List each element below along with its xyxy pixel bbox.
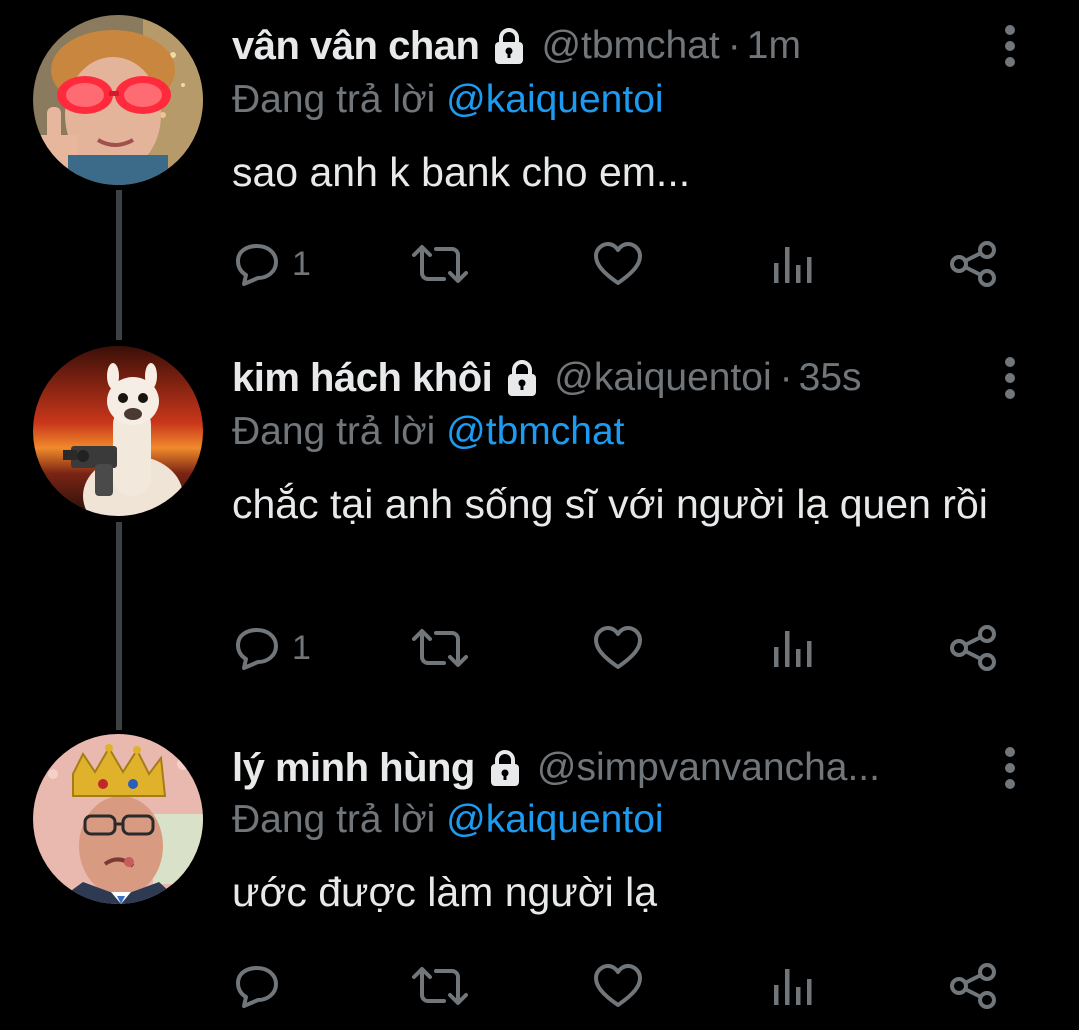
- reply-button[interactable]: 1: [232, 236, 311, 292]
- share-button[interactable]: [948, 620, 998, 676]
- retweet-button[interactable]: [410, 236, 470, 292]
- retweet-button[interactable]: [410, 958, 470, 1014]
- reply-button[interactable]: 1: [232, 620, 311, 676]
- reply-count: 1: [292, 244, 311, 283]
- tweet-text: chắc tại anh sống sĩ với người lạ quen r…: [232, 481, 988, 527]
- tweet-text: sao anh k bank cho em...: [232, 149, 691, 195]
- lock-icon: [495, 28, 524, 64]
- reply-button[interactable]: [232, 958, 292, 1014]
- mention-link[interactable]: @kaiquentoi: [446, 798, 663, 841]
- like-button[interactable]: [592, 958, 644, 1014]
- more-vertical-icon[interactable]: [1000, 744, 1020, 792]
- timestamp[interactable]: 1m: [747, 24, 801, 68]
- tweet-text: ước được làm người lạ: [232, 869, 658, 915]
- retweet-icon: [412, 245, 468, 283]
- views-button[interactable]: [772, 958, 816, 1014]
- timestamp[interactable]: 35s: [799, 356, 862, 400]
- avatar-man-crown: [33, 734, 203, 904]
- tweet[interactable]: kim hách khôi @kaiquentoi · 35s Đang trả…: [0, 330, 1079, 730]
- meta-separator: ·: [779, 356, 793, 399]
- author-name[interactable]: kim hách khôi: [232, 356, 493, 401]
- retweet-button[interactable]: [410, 620, 470, 676]
- share-icon: [950, 241, 996, 287]
- views-bar-chart-icon: [774, 247, 812, 283]
- author-handle[interactable]: @kaiquentoi: [554, 356, 771, 400]
- replying-to-label: Đang trả lời: [232, 410, 436, 453]
- reply-bubble-icon: [236, 244, 278, 286]
- tweet-actions: 1: [232, 236, 1012, 292]
- avatar[interactable]: [33, 15, 203, 185]
- views-bar-chart-icon: [774, 969, 812, 1005]
- avatar[interactable]: [33, 346, 203, 516]
- views-button[interactable]: [772, 236, 816, 292]
- like-button[interactable]: [592, 236, 644, 292]
- tweet[interactable]: lý minh hùng @simpvanvancha... Đang trả …: [0, 730, 1079, 1030]
- views-button[interactable]: [772, 620, 816, 676]
- share-icon: [950, 963, 996, 1009]
- avatar-woman-red-glasses: [33, 15, 203, 185]
- heart-icon: [594, 242, 642, 285]
- share-button[interactable]: [948, 236, 998, 292]
- mention-link[interactable]: @kaiquentoi: [446, 78, 663, 121]
- tweet[interactable]: vân vân chan @tbmchat · 1m Đang trả lời …: [0, 0, 1079, 330]
- meta-separator: ·: [727, 24, 741, 67]
- replying-to-label: Đang trả lời: [232, 798, 436, 841]
- lock-icon: [508, 360, 537, 396]
- mention-link[interactable]: @tbmchat: [446, 410, 624, 453]
- lock-icon: [490, 750, 519, 786]
- avatar-llama-gun: [33, 346, 203, 516]
- tweet-actions: [232, 958, 1012, 1014]
- heart-icon: [594, 626, 642, 669]
- author-handle[interactable]: @tbmchat: [541, 24, 719, 68]
- avatar[interactable]: [33, 734, 203, 904]
- views-bar-chart-icon: [774, 631, 812, 667]
- author-name[interactable]: vân vân chan: [232, 24, 480, 69]
- reply-count: 1: [292, 628, 311, 667]
- share-icon: [950, 625, 996, 671]
- retweet-icon: [412, 629, 468, 667]
- heart-icon: [594, 964, 642, 1007]
- replying-to: Đang trả lời @tbmchat: [232, 410, 625, 454]
- reply-bubble-icon: [236, 628, 278, 670]
- replying-to: Đang trả lời @kaiquentoi: [232, 798, 664, 842]
- reply-bubble-icon: [236, 966, 278, 1008]
- reply-thread: vân vân chan @tbmchat · 1m Đang trả lời …: [0, 0, 1079, 1030]
- retweet-icon: [412, 967, 468, 1005]
- tweet-actions: 1: [232, 620, 1012, 676]
- like-button[interactable]: [592, 620, 644, 676]
- replying-to: Đang trả lời @kaiquentoi: [232, 78, 664, 122]
- author-name[interactable]: lý minh hùng: [232, 746, 475, 791]
- replying-to-label: Đang trả lời: [232, 78, 436, 121]
- more-vertical-icon[interactable]: [1000, 22, 1020, 70]
- share-button[interactable]: [948, 958, 998, 1014]
- more-vertical-icon[interactable]: [1000, 354, 1020, 402]
- author-handle[interactable]: @simpvanvancha...: [537, 746, 880, 790]
